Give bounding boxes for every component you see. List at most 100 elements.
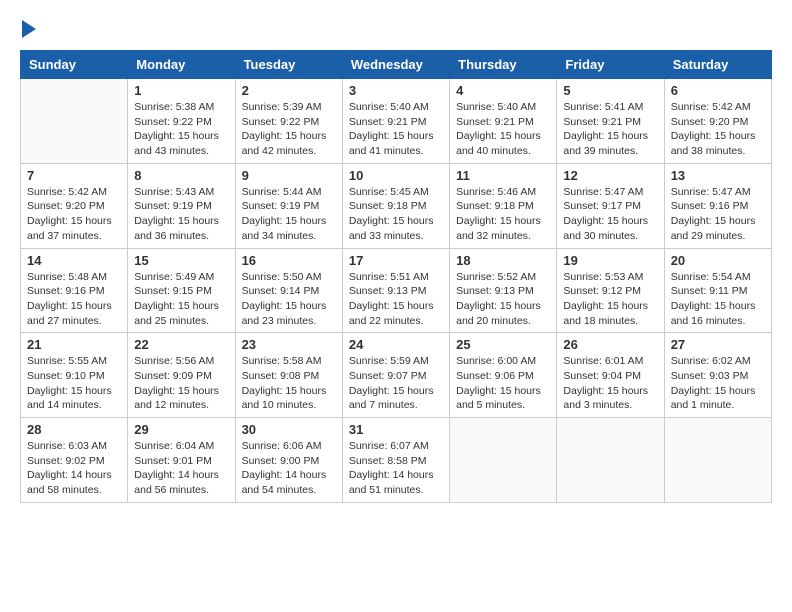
calendar-table: SundayMondayTuesdayWednesdayThursdayFrid… <box>20 50 772 503</box>
day-number: 7 <box>27 168 121 183</box>
logo <box>20 20 36 40</box>
day-number: 29 <box>134 422 228 437</box>
day-number: 22 <box>134 337 228 352</box>
day-info: Sunrise: 5:50 AM Sunset: 9:14 PM Dayligh… <box>242 270 336 329</box>
calendar-week-row: 1Sunrise: 5:38 AM Sunset: 9:22 PM Daylig… <box>21 79 772 164</box>
calendar-cell: 9 Sunrise: 5:44 AM Sunset: 9:19 PM Daylig… <box>235 163 342 248</box>
day-number: 15 <box>134 253 228 268</box>
day-info: Sunrise: 5:48 AM Sunset: 9:16 PM Dayligh… <box>27 270 121 329</box>
column-header-tuesday: Tuesday <box>235 51 342 79</box>
day-number: 23 <box>242 337 336 352</box>
calendar-cell: 1Sunrise: 5:38 AM Sunset: 9:22 PM Daylig… <box>128 79 235 164</box>
day-info: Sunrise: 5:53 AM Sunset: 9:12 PM Dayligh… <box>563 270 657 329</box>
day-number: 31 <box>349 422 443 437</box>
calendar-cell: 15 Sunrise: 5:49 AM Sunset: 9:15 PM Dayli… <box>128 248 235 333</box>
calendar-cell: 27 Sunrise: 6:02 AM Sunset: 9:03 PM Dayli… <box>664 333 771 418</box>
day-info: Sunrise: 5:40 AM Sunset: 9:21 PM Dayligh… <box>349 100 443 159</box>
calendar-week-row: 21 Sunrise: 5:55 AM Sunset: 9:10 PM Dayli… <box>21 333 772 418</box>
day-number: 17 <box>349 253 443 268</box>
day-info: Sunrise: 5:55 AM Sunset: 9:10 PM Dayligh… <box>27 354 121 413</box>
calendar-cell <box>450 418 557 503</box>
day-info: Sunrise: 6:00 AM Sunset: 9:06 PM Dayligh… <box>456 354 550 413</box>
calendar-cell: 7 Sunrise: 5:42 AM Sunset: 9:20 PM Daylig… <box>21 163 128 248</box>
day-info: Sunrise: 5:43 AM Sunset: 9:19 PM Dayligh… <box>134 185 228 244</box>
day-number: 27 <box>671 337 765 352</box>
calendar-cell: 23 Sunrise: 5:58 AM Sunset: 9:08 PM Dayli… <box>235 333 342 418</box>
day-number: 4 <box>456 83 550 98</box>
day-info: Sunrise: 5:49 AM Sunset: 9:15 PM Dayligh… <box>134 270 228 329</box>
calendar-cell <box>557 418 664 503</box>
day-info: Sunrise: 6:02 AM Sunset: 9:03 PM Dayligh… <box>671 354 765 413</box>
calendar-cell: 24 Sunrise: 5:59 AM Sunset: 9:07 PM Dayli… <box>342 333 449 418</box>
calendar-cell: 12 Sunrise: 5:47 AM Sunset: 9:17 PM Dayli… <box>557 163 664 248</box>
day-info: Sunrise: 5:56 AM Sunset: 9:09 PM Dayligh… <box>134 354 228 413</box>
calendar-cell: 2 Sunrise: 5:39 AM Sunset: 9:22 PM Daylig… <box>235 79 342 164</box>
calendar-cell: 16 Sunrise: 5:50 AM Sunset: 9:14 PM Dayli… <box>235 248 342 333</box>
day-number: 14 <box>27 253 121 268</box>
calendar-cell: 21 Sunrise: 5:55 AM Sunset: 9:10 PM Dayli… <box>21 333 128 418</box>
day-info: Sunrise: 5:58 AM Sunset: 9:08 PM Dayligh… <box>242 354 336 413</box>
day-info: Sunrise: 5:42 AM Sunset: 9:20 PM Dayligh… <box>27 185 121 244</box>
calendar-cell: 13 Sunrise: 5:47 AM Sunset: 9:16 PM Dayli… <box>664 163 771 248</box>
calendar-cell: 14 Sunrise: 5:48 AM Sunset: 9:16 PM Dayli… <box>21 248 128 333</box>
day-info: Sunrise: 5:40 AM Sunset: 9:21 PM Dayligh… <box>456 100 550 159</box>
calendar-week-row: 14 Sunrise: 5:48 AM Sunset: 9:16 PM Dayli… <box>21 248 772 333</box>
day-number: 6 <box>671 83 765 98</box>
page-header <box>20 20 772 40</box>
calendar-cell: 26 Sunrise: 6:01 AM Sunset: 9:04 PM Dayli… <box>557 333 664 418</box>
day-info: Sunrise: 6:06 AM Sunset: 9:00 PM Dayligh… <box>242 439 336 498</box>
column-header-saturday: Saturday <box>664 51 771 79</box>
day-number: 2 <box>242 83 336 98</box>
day-number: 26 <box>563 337 657 352</box>
calendar-cell <box>664 418 771 503</box>
logo-arrow-icon <box>22 20 36 38</box>
calendar-cell: 22 Sunrise: 5:56 AM Sunset: 9:09 PM Dayli… <box>128 333 235 418</box>
calendar-cell: 31 Sunrise: 6:07 AM Sunset: 8:58 PM Dayli… <box>342 418 449 503</box>
day-number: 3 <box>349 83 443 98</box>
calendar-cell: 30 Sunrise: 6:06 AM Sunset: 9:00 PM Dayli… <box>235 418 342 503</box>
column-header-wednesday: Wednesday <box>342 51 449 79</box>
day-info: Sunrise: 5:44 AM Sunset: 9:19 PM Dayligh… <box>242 185 336 244</box>
day-info: Sunrise: 5:51 AM Sunset: 9:13 PM Dayligh… <box>349 270 443 329</box>
day-info: Sunrise: 6:01 AM Sunset: 9:04 PM Dayligh… <box>563 354 657 413</box>
day-number: 24 <box>349 337 443 352</box>
calendar-cell: 17 Sunrise: 5:51 AM Sunset: 9:13 PM Dayli… <box>342 248 449 333</box>
calendar-cell <box>21 79 128 164</box>
day-info: Sunrise: 6:03 AM Sunset: 9:02 PM Dayligh… <box>27 439 121 498</box>
day-number: 21 <box>27 337 121 352</box>
day-info: Sunrise: 5:39 AM Sunset: 9:22 PM Dayligh… <box>242 100 336 159</box>
calendar-cell: 11 Sunrise: 5:46 AM Sunset: 9:18 PM Dayli… <box>450 163 557 248</box>
calendar-cell: 3 Sunrise: 5:40 AM Sunset: 9:21 PM Daylig… <box>342 79 449 164</box>
calendar-cell: 25 Sunrise: 6:00 AM Sunset: 9:06 PM Dayli… <box>450 333 557 418</box>
calendar-week-row: 28Sunrise: 6:03 AM Sunset: 9:02 PM Dayli… <box>21 418 772 503</box>
day-info: Sunrise: 5:47 AM Sunset: 9:17 PM Dayligh… <box>563 185 657 244</box>
day-info: Sunrise: 5:59 AM Sunset: 9:07 PM Dayligh… <box>349 354 443 413</box>
day-number: 12 <box>563 168 657 183</box>
day-number: 19 <box>563 253 657 268</box>
day-number: 11 <box>456 168 550 183</box>
calendar-cell: 28Sunrise: 6:03 AM Sunset: 9:02 PM Dayli… <box>21 418 128 503</box>
calendar-cell: 5Sunrise: 5:41 AM Sunset: 9:21 PM Daylig… <box>557 79 664 164</box>
day-info: Sunrise: 5:54 AM Sunset: 9:11 PM Dayligh… <box>671 270 765 329</box>
day-number: 13 <box>671 168 765 183</box>
day-number: 9 <box>242 168 336 183</box>
day-info: Sunrise: 5:38 AM Sunset: 9:22 PM Dayligh… <box>134 100 228 159</box>
calendar-header-row: SundayMondayTuesdayWednesdayThursdayFrid… <box>21 51 772 79</box>
day-info: Sunrise: 5:47 AM Sunset: 9:16 PM Dayligh… <box>671 185 765 244</box>
calendar-cell: 18Sunrise: 5:52 AM Sunset: 9:13 PM Dayli… <box>450 248 557 333</box>
day-info: Sunrise: 5:42 AM Sunset: 9:20 PM Dayligh… <box>671 100 765 159</box>
day-info: Sunrise: 5:46 AM Sunset: 9:18 PM Dayligh… <box>456 185 550 244</box>
calendar-cell: 4 Sunrise: 5:40 AM Sunset: 9:21 PM Daylig… <box>450 79 557 164</box>
calendar-cell: 8Sunrise: 5:43 AM Sunset: 9:19 PM Daylig… <box>128 163 235 248</box>
day-number: 10 <box>349 168 443 183</box>
day-info: Sunrise: 5:41 AM Sunset: 9:21 PM Dayligh… <box>563 100 657 159</box>
day-number: 25 <box>456 337 550 352</box>
day-number: 20 <box>671 253 765 268</box>
calendar-cell: 6 Sunrise: 5:42 AM Sunset: 9:20 PM Daylig… <box>664 79 771 164</box>
column-header-thursday: Thursday <box>450 51 557 79</box>
day-info: Sunrise: 5:45 AM Sunset: 9:18 PM Dayligh… <box>349 185 443 244</box>
calendar-cell: 20 Sunrise: 5:54 AM Sunset: 9:11 PM Dayli… <box>664 248 771 333</box>
day-info: Sunrise: 6:07 AM Sunset: 8:58 PM Dayligh… <box>349 439 443 498</box>
day-number: 16 <box>242 253 336 268</box>
day-number: 30 <box>242 422 336 437</box>
